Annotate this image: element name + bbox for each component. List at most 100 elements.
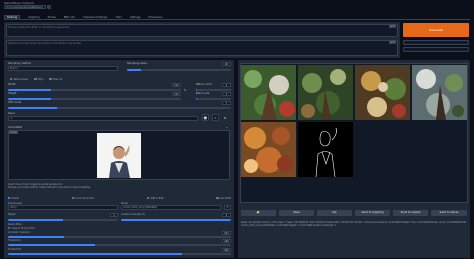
enable-option[interactable]: Enable xyxy=(8,196,19,200)
tiling-label: Tiling xyxy=(37,78,44,81)
threshold-a-slider[interactable] xyxy=(8,244,231,246)
prompt-input[interactable] xyxy=(6,24,398,37)
width-slider[interactable] xyxy=(8,89,181,91)
open-folder-button[interactable]: 📂 xyxy=(241,210,276,216)
threshold-a-slider-fill xyxy=(8,244,95,246)
collapse-icon[interactable]: ◂ xyxy=(226,126,227,129)
cfg-scale-input[interactable]: 7 xyxy=(222,101,231,105)
width-input[interactable]: 512 xyxy=(172,83,181,87)
controlnet-note-2: Change your brush width to make it thinn… xyxy=(8,186,91,189)
send-to-img2img-button[interactable]: Send to img2img xyxy=(355,210,390,216)
cfg-slider-fill xyxy=(8,107,58,109)
style-select[interactable] xyxy=(403,40,469,45)
preprocessor-select[interactable]: canny xyxy=(8,205,118,210)
batch-size-input[interactable]: 1 xyxy=(222,92,231,96)
model-select[interactable]: v1-5-pruned-emaonly.safetensors xyxy=(4,5,46,9)
gallery-thumbnail-3[interactable] xyxy=(355,65,410,120)
hires-fix-option[interactable]: Hires. fix xyxy=(49,77,62,81)
sampling-steps-slider[interactable] xyxy=(127,69,231,71)
sampling-steps-label: Sampling steps xyxy=(127,62,147,65)
send-to-extras-button[interactable]: Send to extras xyxy=(431,210,467,216)
negative-prompt-input[interactable] xyxy=(6,40,398,56)
hires-fix-label: Hires. fix xyxy=(52,78,63,81)
guidance-input[interactable]: 1 xyxy=(222,213,231,217)
threshold-a-input[interactable]: 100 xyxy=(222,239,231,243)
dice-icon[interactable]: 🎲 xyxy=(202,114,209,121)
swap-dimensions-icon[interactable]: ⇅ xyxy=(184,88,188,92)
seed-label: Seed xyxy=(8,112,15,115)
save-button[interactable]: Save xyxy=(279,210,314,216)
height-slider-fill xyxy=(8,98,52,100)
hires-fix-checkbox[interactable] xyxy=(49,77,52,81)
low-vram-checkbox[interactable] xyxy=(216,196,219,200)
cn-model-select[interactable]: control_sd15_canny [fef5e48e] xyxy=(121,205,221,210)
cn-model-value: control_sd15_canny [fef5e48e] xyxy=(123,206,157,209)
threshold-b-slider[interactable] xyxy=(8,253,231,255)
option-checkboxes: Restore faces Tiling Hires. fix xyxy=(10,77,62,81)
height-input[interactable]: 512 xyxy=(172,92,181,96)
controlnet-options: Enable Invert Input Color RGB to BGR Low… xyxy=(8,196,231,200)
sampling-method-select[interactable]: Euler a xyxy=(8,66,118,71)
refresh-icon[interactable]: ↻ xyxy=(47,5,51,9)
cn-refresh-icon[interactable]: ↻ xyxy=(224,205,231,210)
weight-slider-fill xyxy=(8,219,63,221)
weight-slider[interactable] xyxy=(8,219,118,221)
sampling-method-label: Sampling method xyxy=(8,62,31,65)
sampling-steps-input[interactable]: 20 xyxy=(222,62,231,66)
rgb-bgr-option[interactable]: RGB to BGR xyxy=(147,196,163,200)
gallery-thumbnail-5[interactable] xyxy=(241,122,296,177)
zip-button[interactable]: Zip xyxy=(317,210,352,216)
restore-faces-label: Restore faces xyxy=(13,78,29,81)
gallery-thumbnail-2[interactable] xyxy=(298,65,353,120)
invert-label: Invert Input Color xyxy=(75,197,95,200)
weight-input[interactable]: 1 xyxy=(110,213,118,217)
steps-slider-fill xyxy=(127,69,141,71)
batch-size-slider[interactable] xyxy=(196,98,231,100)
width-label: Width xyxy=(8,83,16,86)
batch-size-label: Batch size xyxy=(196,92,210,95)
tiling-checkbox[interactable] xyxy=(34,77,37,81)
height-slider[interactable] xyxy=(8,98,181,100)
restore-faces-option[interactable]: Restore faces xyxy=(10,77,28,81)
sampling-method-value: Euler a xyxy=(10,67,18,70)
extra-seed-checkbox[interactable] xyxy=(224,117,227,120)
batch-count-slider[interactable] xyxy=(196,89,231,91)
tiling-option[interactable]: Tiling xyxy=(34,77,43,81)
weight-label: Weight xyxy=(8,213,16,216)
threshold-b-input[interactable]: 200 xyxy=(222,248,231,252)
enable-label: Enable xyxy=(11,197,19,200)
batch-count-input[interactable]: 1 xyxy=(222,83,231,87)
controlnet-input-photo xyxy=(97,133,141,178)
guidance-slider-fill xyxy=(121,219,231,221)
token-counter: 0/75 xyxy=(389,25,396,28)
width-slider-fill xyxy=(8,89,52,91)
seed-value: -1 xyxy=(10,117,13,120)
threshold-b-label: Threshold B xyxy=(8,248,21,251)
threshold-a-label: Threshold A xyxy=(8,239,21,242)
negative-token-counter: 0/75 xyxy=(389,41,396,44)
rgb-bgr-label: RGB to BGR xyxy=(150,197,164,200)
gallery-thumbnail-4[interactable] xyxy=(412,65,467,120)
resize-mode-option[interactable]: Scale to Fit (Inner Fit) xyxy=(8,226,35,230)
generate-button[interactable]: Generate xyxy=(403,23,469,37)
cfg-scale-slider[interactable] xyxy=(8,107,231,109)
low-vram-option[interactable]: Low VRAM xyxy=(216,196,231,200)
resize-mode-value: Scale to Fit (Inner Fit) xyxy=(11,227,35,230)
gallery-thumbnail-canny-map[interactable] xyxy=(298,122,353,177)
send-to-inpaint-button[interactable]: Send to inpaint xyxy=(393,210,428,216)
seed-input[interactable]: -1 xyxy=(8,116,198,121)
tab-divider xyxy=(4,19,470,20)
style-select-2[interactable] xyxy=(403,47,469,52)
recycle-icon[interactable]: ♻ xyxy=(212,114,219,121)
preprocessor-value: canny xyxy=(10,206,17,209)
controlnet-image-label: Image xyxy=(9,131,18,134)
invert-option[interactable]: Invert Input Color xyxy=(71,196,95,200)
guidance-slider[interactable] xyxy=(121,219,231,221)
annotator-input[interactable]: 512 xyxy=(222,231,231,235)
annotator-slider[interactable] xyxy=(8,236,231,238)
threshold-b-slider-fill xyxy=(8,253,182,255)
generation-info-text: Steps: 20, Sampler: Euler a, CFG scale: … xyxy=(241,221,467,227)
low-vram-label: Low VRAM xyxy=(219,197,231,200)
gallery-thumbnail-1[interactable] xyxy=(241,65,296,120)
invert-checkbox[interactable] xyxy=(71,196,75,200)
